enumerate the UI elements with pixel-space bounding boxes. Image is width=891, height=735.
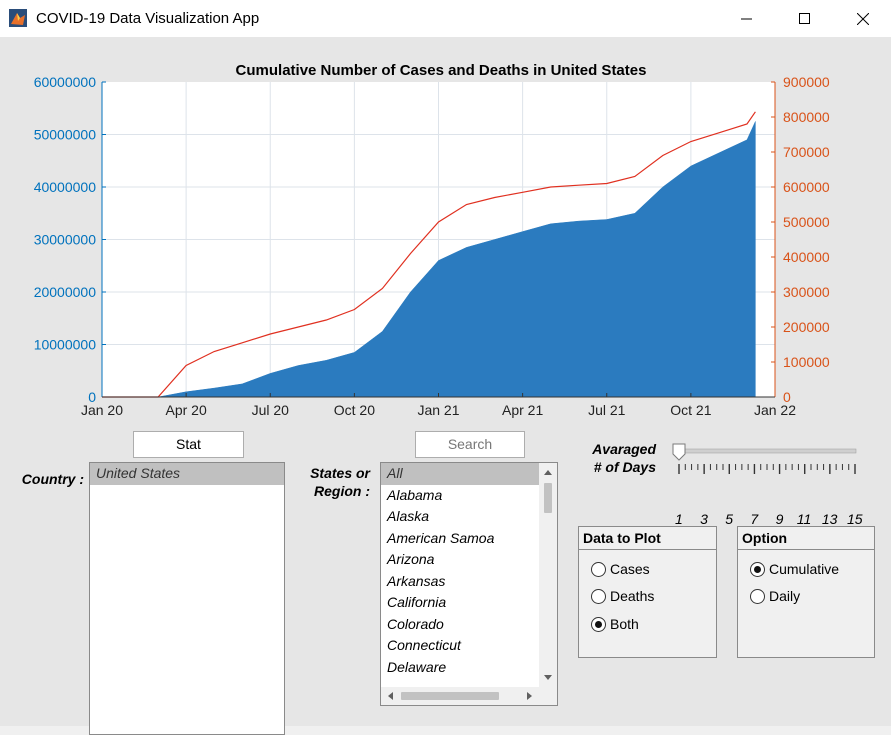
- state-item[interactable]: Arizona: [381, 549, 539, 571]
- state-item[interactable]: Colorado: [381, 614, 539, 636]
- data-to-plot-title: Data to Plot: [579, 527, 716, 550]
- y-left-tick-label: 50000000: [34, 127, 97, 143]
- chart-title: Cumulative Number of Cases and Deaths in…: [236, 62, 647, 79]
- radio-both-label: Both: [610, 616, 639, 632]
- state-item[interactable]: Connecticut: [381, 635, 539, 657]
- minimize-button[interactable]: [722, 0, 772, 37]
- state-item[interactable]: Alabama: [381, 485, 539, 507]
- scroll-up-icon[interactable]: [539, 465, 557, 479]
- y-right-tick-label: 300000: [783, 284, 830, 300]
- window-title: COVID-19 Data Visualization App: [36, 10, 260, 27]
- y-right-tick-label: 900000: [783, 74, 830, 90]
- y-right-tick-label: 800000: [783, 109, 830, 125]
- option-panel: Option Cumulative Daily: [737, 526, 875, 658]
- y-right-tick-label: 100000: [783, 354, 830, 370]
- maximize-button[interactable]: [780, 0, 830, 37]
- maximize-icon: [799, 12, 810, 24]
- x-tick-label: Apr 20: [166, 402, 207, 418]
- states-vertical-scrollbar[interactable]: [539, 463, 557, 687]
- option-panel-title: Option: [738, 527, 874, 550]
- radio-daily-label: Daily: [769, 588, 801, 604]
- slider-tick-label: 7: [750, 511, 759, 527]
- y-right-tick-label: 200000: [783, 319, 830, 335]
- y-left-tick-label: 40000000: [34, 179, 97, 195]
- close-button[interactable]: [838, 0, 888, 37]
- slider-tick-label: 15: [847, 511, 863, 527]
- averaged-days-slider[interactable]: [670, 442, 870, 500]
- horizontal-scroll-thumb[interactable]: [401, 692, 499, 700]
- state-item[interactable]: American Samoa: [381, 528, 539, 550]
- y-left-tick-label: 20000000: [34, 284, 97, 300]
- radio-circle[interactable]: [750, 561, 765, 577]
- matlab-app-icon: [9, 9, 27, 27]
- state-item[interactable]: California: [381, 592, 539, 614]
- slider-tick-label: 1: [675, 511, 683, 527]
- stat-button[interactable]: Stat: [133, 431, 244, 458]
- radio-circle[interactable]: [750, 588, 765, 604]
- averaged-days-label: Avaraged # of Days: [580, 440, 656, 476]
- country-item[interactable]: United States: [90, 463, 284, 485]
- state-item[interactable]: Alaska: [381, 506, 539, 528]
- states-label-line1: States or: [310, 465, 370, 481]
- x-tick-label: Apr 21: [502, 402, 543, 418]
- states-horizontal-scrollbar[interactable]: [381, 687, 557, 705]
- radio-deaths[interactable]: Deaths: [591, 588, 654, 604]
- radio-circle[interactable]: [591, 561, 606, 577]
- x-tick-label: Jan 21: [417, 402, 459, 418]
- slider-tick-label: 13: [821, 511, 838, 527]
- state-item-all[interactable]: All: [381, 463, 539, 485]
- radio-cases[interactable]: Cases: [591, 561, 650, 577]
- state-item[interactable]: Arkansas: [381, 571, 539, 593]
- country-listbox[interactable]: United States: [89, 462, 285, 735]
- avg-label-line1: Avaraged: [592, 441, 656, 457]
- slider-tick-label: 3: [700, 511, 708, 527]
- scroll-down-icon[interactable]: [539, 671, 557, 685]
- radio-cases-label: Cases: [610, 561, 650, 577]
- radio-circle[interactable]: [591, 616, 606, 632]
- scroll-left-icon[interactable]: [383, 687, 397, 705]
- state-item[interactable]: Delaware: [381, 657, 539, 679]
- x-tick-label: Jul 21: [588, 402, 626, 418]
- y-right-tick-label: 700000: [783, 144, 830, 160]
- minimize-icon: [741, 18, 752, 19]
- slider-tick-label: 9: [775, 511, 784, 527]
- app-content: Jan 20 Apr 20 Jul 20 Oct 20 Jan 21 Apr 21 Jul …: [0, 37, 891, 735]
- slider-ticks: [678, 464, 856, 474]
- slider-tick-label: 5: [725, 511, 734, 527]
- y-left-tick-label: 0: [88, 389, 96, 405]
- x-tick-label: Jul 20: [252, 402, 290, 418]
- slider-track[interactable]: [677, 448, 857, 454]
- slider-tick-label: 11: [796, 511, 812, 527]
- scroll-right-icon[interactable]: [523, 687, 537, 705]
- y-right-tick-label: 0: [783, 389, 791, 405]
- close-icon: [857, 12, 869, 25]
- x-tick-label: Oct 21: [670, 402, 711, 418]
- data-to-plot-panel: Data to Plot Cases Deaths Both: [578, 526, 717, 658]
- y-left-tick-label: 10000000: [34, 337, 97, 353]
- radio-both[interactable]: Both: [591, 616, 639, 632]
- y-right-tick-label: 600000: [783, 179, 830, 195]
- search-button[interactable]: Search: [415, 431, 525, 458]
- vertical-scroll-thumb[interactable]: [544, 483, 552, 513]
- country-label: Country :: [21, 471, 84, 487]
- radio-cumulative[interactable]: Cumulative: [750, 561, 839, 577]
- states-listbox[interactable]: All Alabama Alaska American Samoa Arizon…: [380, 462, 558, 706]
- states-label: States or Region :: [290, 464, 370, 500]
- y-left-tick-label: 30000000: [34, 232, 97, 248]
- radio-daily[interactable]: Daily: [750, 588, 800, 604]
- radio-cumulative-label: Cumulative: [769, 561, 840, 577]
- title-bar: COVID-19 Data Visualization App: [0, 0, 891, 37]
- radio-circle[interactable]: [591, 588, 606, 604]
- y-left-tick-label: 60000000: [34, 74, 97, 90]
- radio-deaths-label: Deaths: [610, 588, 655, 604]
- y-right-tick-label: 500000: [783, 214, 830, 230]
- cases-deaths-chart: Jan 20 Apr 20 Jul 20 Oct 20 Jan 21 Apr 21 Jul …: [34, 62, 830, 418]
- y-right-tick-label: 400000: [783, 249, 830, 265]
- slider-thumb[interactable]: [672, 443, 686, 461]
- x-tick-label: Oct 20: [334, 402, 375, 418]
- states-label-line2: Region :: [314, 483, 370, 499]
- avg-label-line2: # of Days: [593, 459, 656, 475]
